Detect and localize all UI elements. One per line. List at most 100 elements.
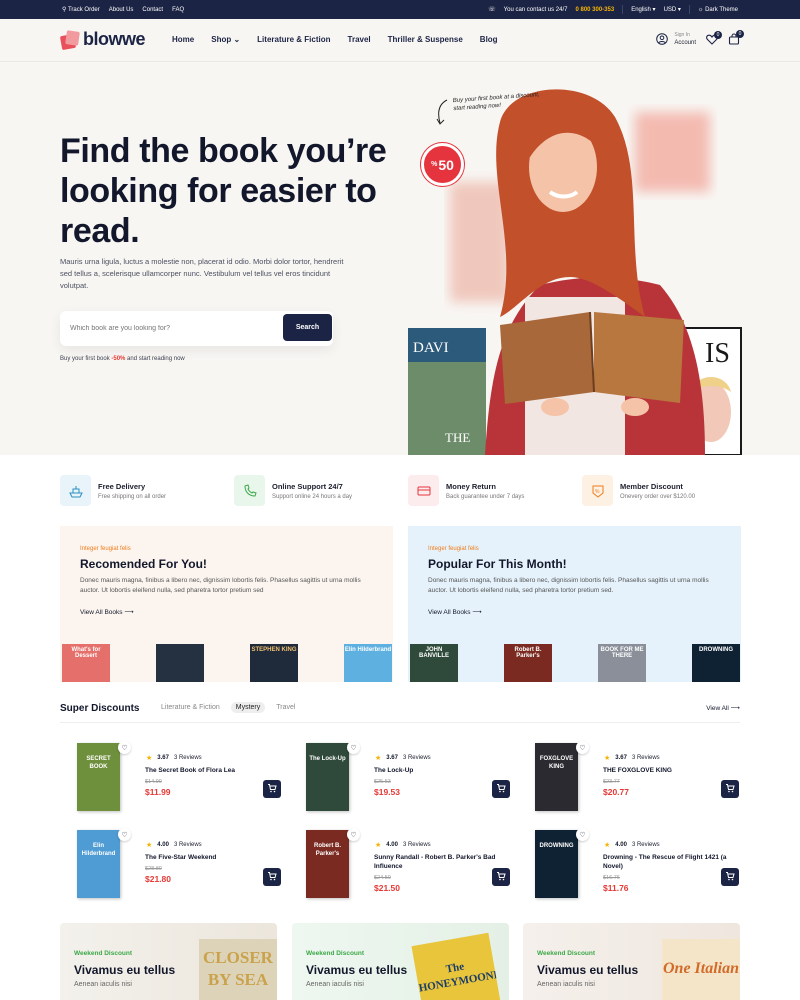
view-all-label: View All (706, 705, 729, 712)
star-icon: ★ (375, 755, 382, 762)
book-cover[interactable]: Robert B. Parker's (504, 644, 552, 682)
tab-mystery[interactable]: Mystery (230, 702, 266, 713)
view-all-books-link[interactable]: View All Books ⟶ (428, 608, 482, 616)
account-label: Account (674, 40, 696, 46)
nav-travel[interactable]: Travel (348, 35, 371, 44)
product-card[interactable]: Elin Hilderbrand ♡ ★ 4.00 3 Reviews The Five-… (60, 828, 281, 908)
track-order-label[interactable]: Track Order (68, 7, 100, 13)
panel-title: Popular For This Month! (428, 557, 567, 571)
phone-number[interactable]: 0 800 300-353 (575, 7, 614, 13)
add-to-cart-button[interactable] (721, 868, 739, 886)
wishlist-button[interactable]: 0 (706, 30, 722, 45)
product-card[interactable]: FOXGLOVE KING ♡ ★ 3.67 3 Reviews THE FOXGLOVE… (518, 741, 739, 821)
account-button[interactable]: Sign In Account (656, 31, 696, 47)
wishlist-heart-icon[interactable]: ♡ (347, 741, 360, 754)
product-cover[interactable]: The Lock-Up (306, 743, 349, 811)
book-cover[interactable]: What's for Dessert (62, 644, 110, 682)
rating-value: 4.00 (386, 842, 398, 848)
nav-literature[interactable]: Literature & Fiction (257, 35, 330, 44)
add-to-cart-button[interactable] (721, 780, 739, 798)
feature-subtitle: Free shipping on all order (98, 493, 167, 500)
star-icon: ★ (375, 842, 382, 849)
money-card-icon (408, 475, 439, 506)
track-order-link[interactable]: ⚲ Track Order (62, 6, 100, 13)
add-to-cart-button[interactable] (263, 780, 281, 798)
wishlist-heart-icon[interactable]: ♡ (118, 741, 131, 754)
nav-thriller[interactable]: Thriller & Suspense (388, 35, 463, 44)
product-card[interactable]: SECRET BOOK ♡ ★ 3.67 3 Reviews The Secret Boo… (60, 741, 281, 821)
book-cover[interactable]: BOOK FOR ME THERE (598, 644, 646, 682)
review-count: 3 Reviews (173, 842, 202, 848)
top-links: ⚲ Track Order About Us Contact FAQ (62, 0, 184, 19)
product-name[interactable]: Drowning - The Rescue of Flight 1421 (a … (603, 854, 728, 871)
sun-icon: ☼ (697, 6, 704, 13)
site-header: blowwe Home Shop ⌄ Literature & Fiction … (0, 19, 800, 62)
product-name[interactable]: The Lock-Up (374, 767, 499, 776)
add-to-cart-button[interactable] (263, 868, 281, 886)
currency-select[interactable]: USD ▾ (664, 6, 681, 13)
language-select[interactable]: English ▾ (631, 6, 655, 13)
cart-icon (267, 868, 277, 886)
search-button[interactable]: Search (283, 314, 332, 341)
theme-toggle[interactable]: ☼ Dark Theme (698, 7, 738, 13)
faq-link[interactable]: FAQ (172, 7, 184, 13)
contact-link[interactable]: Contact (142, 7, 163, 13)
wishlist-heart-icon[interactable]: ♡ (347, 828, 360, 841)
product-card[interactable]: DROWNING ♡ ★ 4.00 3 Reviews Drowning - The Re… (518, 828, 739, 908)
star-icon: ★ (146, 842, 153, 849)
product-card[interactable]: The Lock-Up ♡ ★ 3.67 3 Reviews The Lock-Up $25… (289, 741, 510, 821)
old-price: $16.76 (603, 875, 620, 881)
product-cover[interactable]: SECRET BOOK (77, 743, 120, 811)
book-cover[interactable]: DROWNING (692, 644, 740, 682)
weekend-card[interactable]: Weekend Discount Vivamus eu tellus Aenea… (292, 923, 509, 1000)
main-nav: Home Shop ⌄ Literature & Fiction Travel … (172, 35, 498, 44)
view-all-link[interactable]: View All ⟶ (706, 704, 740, 712)
product-cover[interactable]: Elin Hilderbrand (77, 830, 120, 898)
product-cover[interactable]: FOXGLOVE KING (535, 743, 578, 811)
nav-blog[interactable]: Blog (480, 35, 498, 44)
add-to-cart-button[interactable] (492, 868, 510, 886)
svg-text:IS: IS (705, 338, 730, 369)
product-cover[interactable]: DROWNING (535, 830, 578, 898)
book-cover[interactable]: Elin Hilderbrand (344, 644, 392, 682)
book-cover[interactable]: STEPHEN KING (250, 644, 298, 682)
feature-online-support: Online Support 24/7 Support online 24 hou… (234, 475, 352, 506)
sale-price: $20.77 (603, 787, 629, 797)
view-all-books-link[interactable]: View All Books ⟶ (80, 608, 134, 616)
account-small-label: Sign In (674, 32, 690, 38)
discount-badge: % 50 (421, 143, 464, 186)
logo[interactable]: blowwe (59, 29, 146, 50)
arrow-right-icon: ⟶ (472, 609, 482, 616)
book-cover[interactable] (156, 644, 204, 682)
sale-price: $11.99 (145, 787, 171, 797)
tab-travel[interactable]: Travel (271, 702, 300, 713)
weekend-book-cover: CLOSER BY SEA (199, 939, 277, 1000)
weekend-tag: Weekend Discount (537, 950, 596, 957)
product-name[interactable]: The Secret Book of Flora Lea (145, 767, 270, 776)
tab-literature[interactable]: Literature & Fiction (156, 702, 225, 713)
cart-button[interactable]: 0 (728, 30, 744, 45)
add-to-cart-button[interactable] (492, 780, 510, 798)
sale-price: $21.50 (374, 883, 400, 893)
review-count: 3 Reviews (402, 755, 431, 761)
book-cover[interactable]: JOHN BANVILLE (410, 644, 458, 682)
view-all-label: View All Books (80, 609, 123, 616)
product-name[interactable]: The Five-Star Weekend (145, 854, 270, 863)
rating-value: 3.67 (157, 755, 169, 761)
view-all-label: View All Books (428, 609, 471, 616)
nav-home[interactable]: Home (172, 35, 194, 44)
wishlist-heart-icon[interactable]: ♡ (576, 741, 589, 754)
product-name[interactable]: THE FOXGLOVE KING (603, 767, 728, 776)
nav-shop[interactable]: Shop ⌄ (211, 35, 240, 44)
logo-mark-icon (59, 29, 80, 50)
weekend-card[interactable]: Weekend Discount Vivamus eu tellus Aenea… (60, 923, 277, 1000)
product-card[interactable]: Robert B. Parker's ♡ ★ 4.00 3 Reviews Sunny R… (289, 828, 510, 908)
about-link[interactable]: About Us (109, 7, 134, 13)
search-input[interactable] (70, 319, 270, 338)
wishlist-heart-icon[interactable]: ♡ (576, 828, 589, 841)
weekend-tag: Weekend Discount (74, 950, 133, 957)
wishlist-heart-icon[interactable]: ♡ (118, 828, 131, 841)
product-name[interactable]: Sunny Randall - Robert B. Parker's Bad I… (374, 854, 499, 871)
weekend-card[interactable]: Weekend Discount Vivamus eu tellus Aenea… (523, 923, 740, 1000)
product-cover[interactable]: Robert B. Parker's (306, 830, 349, 898)
